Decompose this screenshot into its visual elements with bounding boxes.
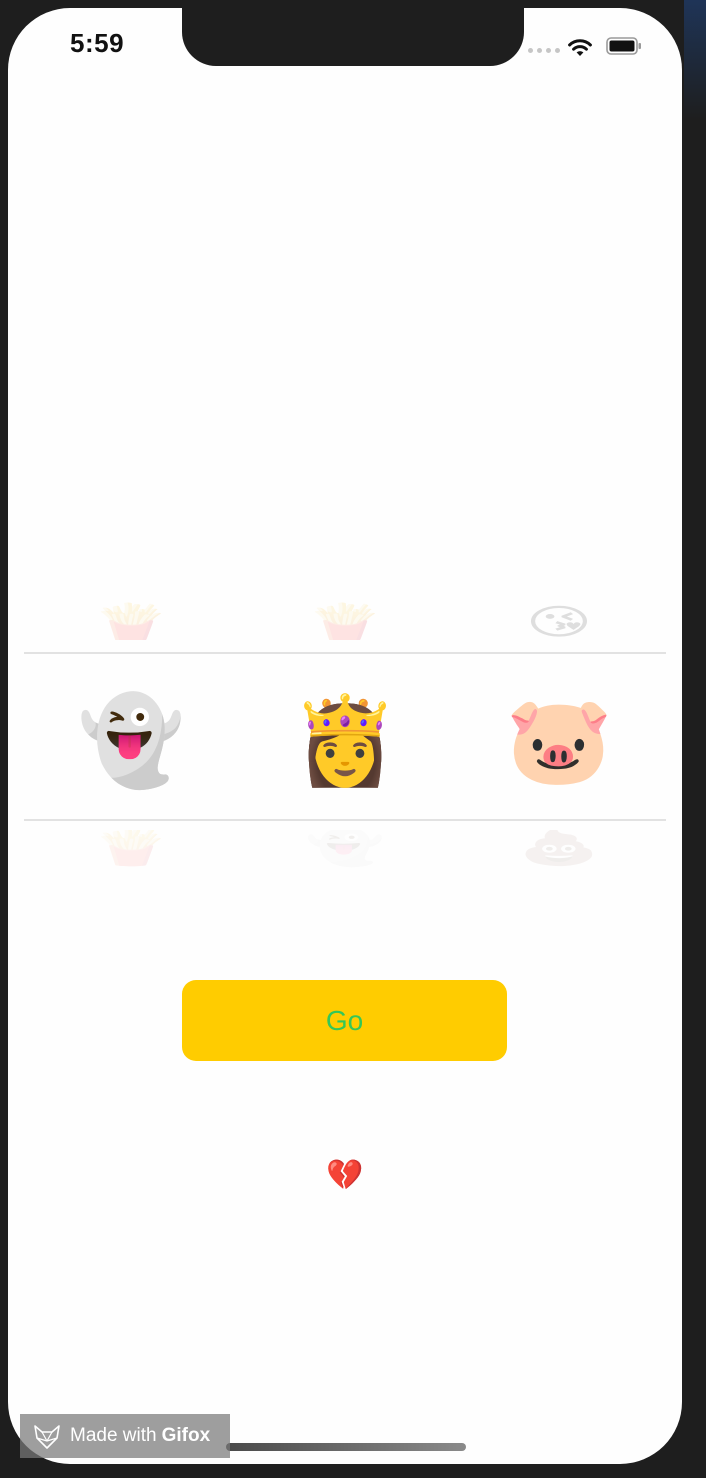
fox-icon <box>34 1425 60 1449</box>
status-time: 5:59 <box>70 28 125 58</box>
emoji-picker[interactable]: 🍟 🍟 😘 👻 👸 🐷 🍟 👻 💩 <box>8 568 682 898</box>
background-edge <box>684 0 706 120</box>
wifi-icon <box>568 39 592 56</box>
picker-cell[interactable]: 💩 <box>452 830 666 865</box>
device-frame: 5:59 🍟 🍟 😘 👻 👸 🐷 🍟 👻 💩 Go 💔 Made with Gi… <box>0 0 706 1478</box>
picker-row-below: 🍟 👻 💩 <box>24 830 666 880</box>
home-indicator[interactable] <box>226 1443 466 1451</box>
picker-selected-cell[interactable]: 🐷 <box>452 686 666 796</box>
app-screen: 5:59 🍟 🍟 😘 👻 👸 🐷 🍟 👻 💩 Go 💔 <box>8 8 682 1464</box>
gifox-watermark: Made with Gifox <box>20 1414 230 1458</box>
go-button[interactable]: Go <box>182 980 507 1061</box>
result-label: 💔 <box>326 1158 364 1193</box>
picker-selected-cell[interactable]: 👻 <box>24 686 238 796</box>
notch <box>182 8 524 66</box>
selection-divider-bottom <box>24 819 666 821</box>
picker-selected-cell[interactable]: 👸 <box>238 686 452 796</box>
picker-row-above: 🍟 🍟 😘 <box>24 590 666 640</box>
selection-divider-top <box>24 652 666 654</box>
watermark-brand-text: Gifox <box>161 1425 211 1446</box>
cellular-signal-icon <box>528 48 560 53</box>
picker-cell[interactable]: 🍟 <box>238 605 452 640</box>
picker-cell[interactable]: 😘 <box>452 605 666 640</box>
picker-cell[interactable]: 🍟 <box>24 830 238 865</box>
picker-cell[interactable]: 👻 <box>238 830 452 865</box>
picker-cell[interactable]: 🍟 <box>24 605 238 640</box>
watermark-made-text: Made with <box>70 1425 157 1446</box>
picker-row-selected: 👻 👸 🐷 <box>24 686 666 796</box>
battery-icon <box>606 37 641 55</box>
